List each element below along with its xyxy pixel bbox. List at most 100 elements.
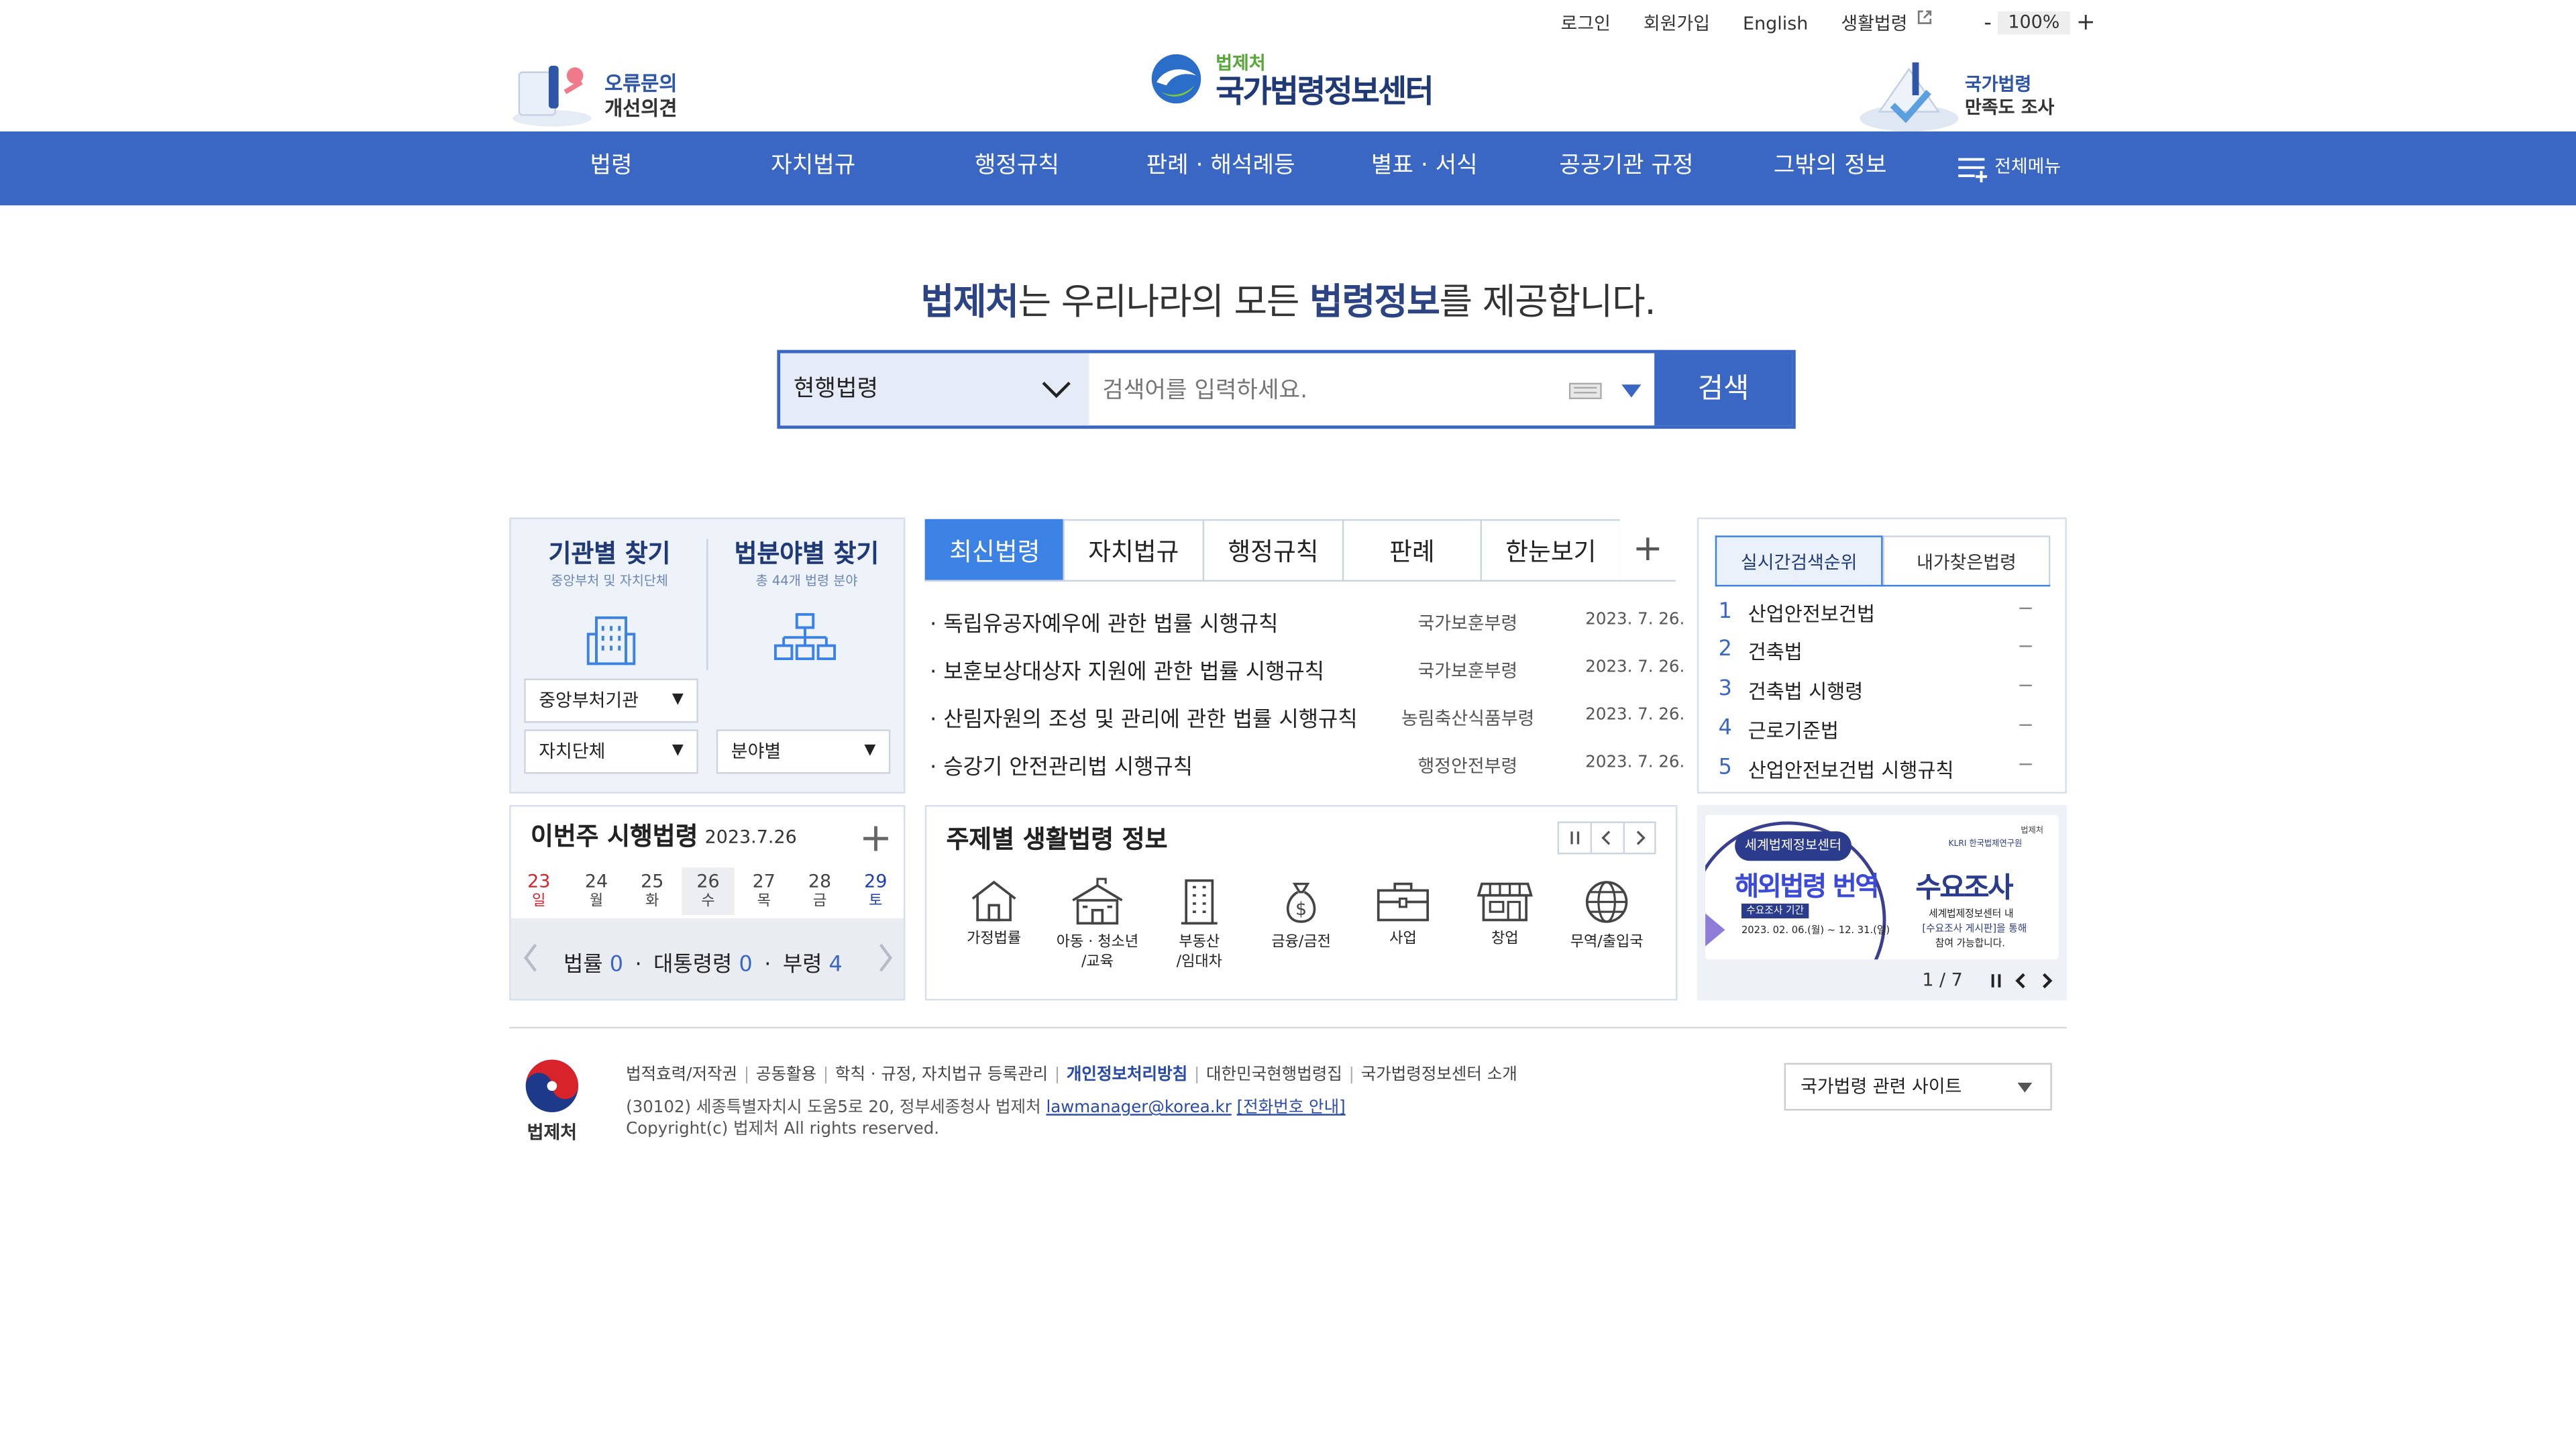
english-link[interactable]: English	[1743, 12, 1808, 34]
chevron-left-icon[interactable]	[1593, 822, 1625, 853]
theme-label: 가정법률	[967, 931, 1022, 949]
footer-link-privacy[interactable]: 개인정보처리방침	[1067, 1066, 1187, 1084]
footer-separator: |	[1054, 1066, 1061, 1085]
footer-link-rule-registration[interactable]: 학칙 · 규정, 자치법규 등록관리	[835, 1066, 1048, 1084]
ranking-item[interactable]: 5 산업안전보건법 시행규칙 −	[1719, 752, 2041, 789]
footer-link-copyright[interactable]: 법적효력/저작권	[626, 1066, 737, 1084]
chevron-left-icon[interactable]	[2012, 973, 2029, 989]
nav-item-admin-rules[interactable]: 행정규칙	[951, 131, 1083, 205]
law-count[interactable]: 0	[610, 953, 623, 977]
chevron-right-icon[interactable]	[1624, 823, 1654, 853]
law-row[interactable]: · 독립유공자예우에 관한 법률 시행규칙 국가보훈부령 2023. 7. 26…	[930, 606, 1684, 639]
tab-latest-laws[interactable]: 최신법령	[924, 519, 1065, 582]
search-options-dropdown-icon[interactable]	[1621, 384, 1642, 398]
theme-business[interactable]: 사업	[1354, 877, 1452, 950]
day-28[interactable]: 28 금	[804, 871, 837, 914]
tab-realtime-ranking[interactable]: 실시간검색순위	[1715, 535, 1883, 587]
pause-icon[interactable]	[1559, 822, 1593, 853]
weekly-more-button[interactable]: +	[859, 813, 892, 862]
dropdown-arrow-icon: ▼	[672, 692, 684, 708]
law-field-select[interactable]: 분야별 ▼	[716, 729, 891, 774]
theme-real-estate[interactable]: 부동산/임대차	[1150, 877, 1248, 973]
email-link[interactable]: lawmanager@korea.kr	[1046, 1099, 1231, 1117]
zoom-out-button[interactable]: -	[1984, 11, 1992, 36]
search-button[interactable]: 검색	[1654, 353, 1792, 426]
theme-youth-education[interactable]: 아동 · 청소년/교육	[1048, 877, 1146, 973]
org-find-title[interactable]: 기관별 찾기	[511, 535, 708, 570]
join-link[interactable]: 회원가입	[1644, 10, 1710, 36]
ranking-item[interactable]: 4 근로기준법 −	[1719, 713, 2041, 749]
local-government-select[interactable]: 자치단체 ▼	[524, 729, 698, 774]
day-29[interactable]: 29 토	[859, 871, 892, 914]
chevron-left-icon[interactable]	[523, 943, 539, 973]
day-26[interactable]: 26 수	[692, 871, 724, 914]
footer-link-statute-book[interactable]: 대한민국현행법령집	[1206, 1066, 1342, 1084]
tab-admin-rules[interactable]: 행정규칙	[1202, 519, 1344, 582]
central-agency-select[interactable]: 중앙부처기관 ▼	[524, 678, 698, 723]
nav-item-public-rules[interactable]: 공공기관 규정	[1544, 131, 1709, 205]
law-title: · 승강기 안전관리법 시행규칙	[930, 755, 1193, 781]
nav-item-local-laws[interactable]: 자치법규	[747, 131, 879, 205]
dropdown-arrow-icon: ▼	[672, 742, 684, 759]
logo-emblem-icon	[1151, 54, 1201, 104]
ranking-item[interactable]: 1 산업안전보건법 −	[1718, 596, 2041, 633]
ordinance-count[interactable]: 4	[829, 953, 843, 977]
nav-item-laws[interactable]: 법령	[545, 131, 677, 205]
tab-my-searched-laws[interactable]: 내가찾은법령	[1882, 535, 2051, 587]
decree-count[interactable]: 0	[739, 953, 752, 977]
theme-finance[interactable]: $ 금융/금전	[1252, 877, 1350, 953]
rank-number: 1	[1718, 599, 1732, 625]
error-report-line2: 개선의견	[604, 97, 678, 120]
search-category-select[interactable]: 현행법령	[780, 353, 1089, 426]
banner-org-pill: 세계법제정보센터	[1735, 831, 1851, 861]
all-menu-button[interactable]: 전체메뉴	[1955, 131, 2070, 205]
theme-startup[interactable]: 창업	[1456, 877, 1554, 950]
footer-link-about[interactable]: 국가법령정보센터 소개	[1361, 1066, 1517, 1084]
footer-logo: 법제처	[516, 1058, 588, 1150]
tab-local-laws[interactable]: 자치법규	[1063, 519, 1205, 582]
law-count-label: 법률	[564, 953, 603, 978]
chevron-right-icon[interactable]	[2039, 973, 2055, 989]
footer-link-shared-use[interactable]: 공동활용	[756, 1066, 816, 1084]
tabs-more-button[interactable]: +	[1619, 519, 1676, 582]
ranking-item[interactable]: 3 건축법 시행령 −	[1719, 674, 2041, 710]
nav-item-precedents[interactable]: 판례 · 해석례등	[1130, 131, 1311, 205]
day-27[interactable]: 27 목	[747, 871, 780, 914]
weekday-label: 일	[532, 894, 546, 910]
tab-overview[interactable]: 한눈보기	[1480, 519, 1622, 582]
ranking-item[interactable]: 2 건축법 −	[1719, 634, 2041, 670]
apartment-icon	[1181, 879, 1218, 925]
day-25[interactable]: 25 화	[636, 871, 669, 914]
field-find-title[interactable]: 법분야별 찾기	[708, 535, 906, 570]
life-law-link[interactable]: 생활법령	[1841, 10, 1931, 36]
phone-info-link[interactable]: [전화번호 안내]	[1237, 1099, 1346, 1117]
theme-trade-immigration[interactable]: 무역/출입국	[1558, 877, 1656, 953]
zoom-in-button[interactable]: +	[2076, 10, 2096, 36]
law-row[interactable]: · 보훈보상대상자 지원에 관한 법률 시행규칙 국가보훈부령 2023. 7.…	[930, 654, 1684, 687]
law-row[interactable]: · 승강기 안전관리법 시행규칙 행정안전부령 2023. 7. 26.	[930, 749, 1684, 782]
day-24[interactable]: 24 월	[580, 871, 612, 914]
site-logo[interactable]: 법제처 국가법령정보센터	[1150, 49, 1446, 115]
nav-item-forms[interactable]: 별표 · 서식	[1350, 131, 1498, 205]
law-date: 2023. 7. 26.	[1585, 706, 1685, 725]
login-link[interactable]: 로그인	[1561, 10, 1611, 36]
promo-banner[interactable]: 세계법제정보센터 해외법령 번역 수요조사 수요조사 기간 2023. 02. …	[1697, 805, 2067, 1001]
day-23[interactable]: 23 일	[523, 871, 555, 914]
law-row[interactable]: · 산림자원의 조성 및 관리에 관한 법률 시행규칙 농림축산식품부령 202…	[930, 702, 1684, 735]
tab-precedents[interactable]: 판례	[1342, 519, 1482, 582]
rank-change: −	[2017, 752, 2034, 775]
keyboard-icon[interactable]	[1568, 382, 1602, 400]
pause-icon[interactable]	[1988, 973, 2004, 989]
search-input[interactable]	[1099, 363, 1550, 419]
rank-change: −	[2017, 634, 2034, 657]
related-sites-select[interactable]: 국가법령 관련 사이트	[1784, 1063, 2052, 1111]
law-date: 2023. 7. 26.	[1585, 659, 1685, 677]
chevron-right-icon[interactable]	[877, 943, 894, 973]
theme-family-law[interactable]: 가정법률	[945, 877, 1043, 950]
satisfaction-survey-promo[interactable]: 국가법령 만족도 조사	[1856, 56, 2066, 131]
weekly-counts: 법률 0 · 대통령령 0 · 부령 4	[564, 947, 843, 978]
rank-change: −	[2017, 596, 2034, 620]
nav-item-other-info[interactable]: 그밖의 정보	[1756, 131, 1904, 205]
count-separator: ·	[635, 953, 642, 978]
error-report-promo[interactable]: 오류문의 개선의견	[509, 56, 690, 128]
